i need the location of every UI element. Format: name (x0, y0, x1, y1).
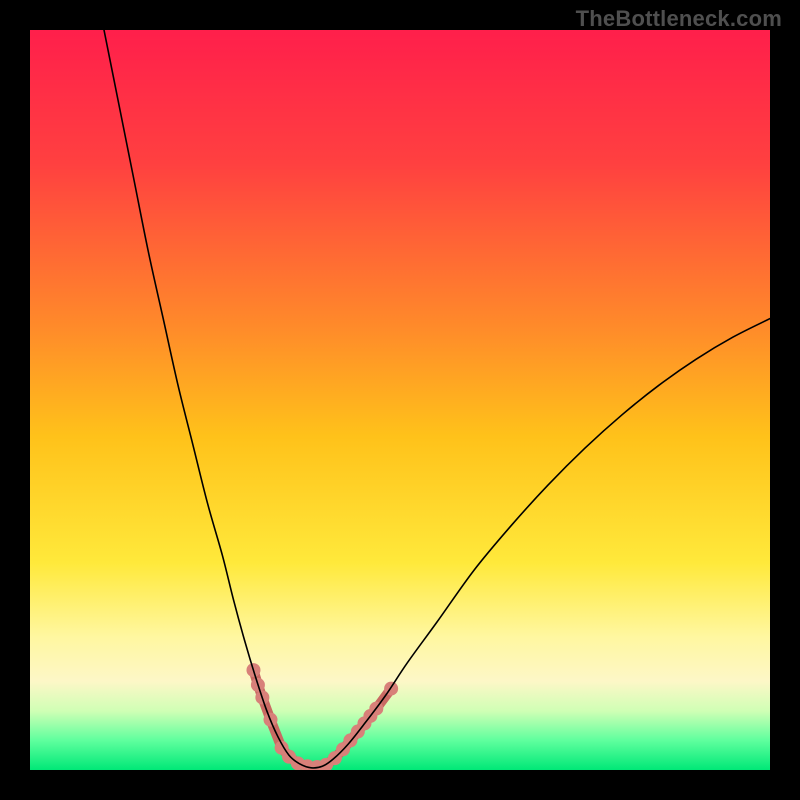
chart-background (30, 30, 770, 770)
outer-frame: TheBottleneck.com (0, 0, 800, 800)
chart-canvas (30, 30, 770, 770)
watermark-text: TheBottleneck.com (576, 6, 782, 32)
chart-svg (30, 30, 770, 770)
